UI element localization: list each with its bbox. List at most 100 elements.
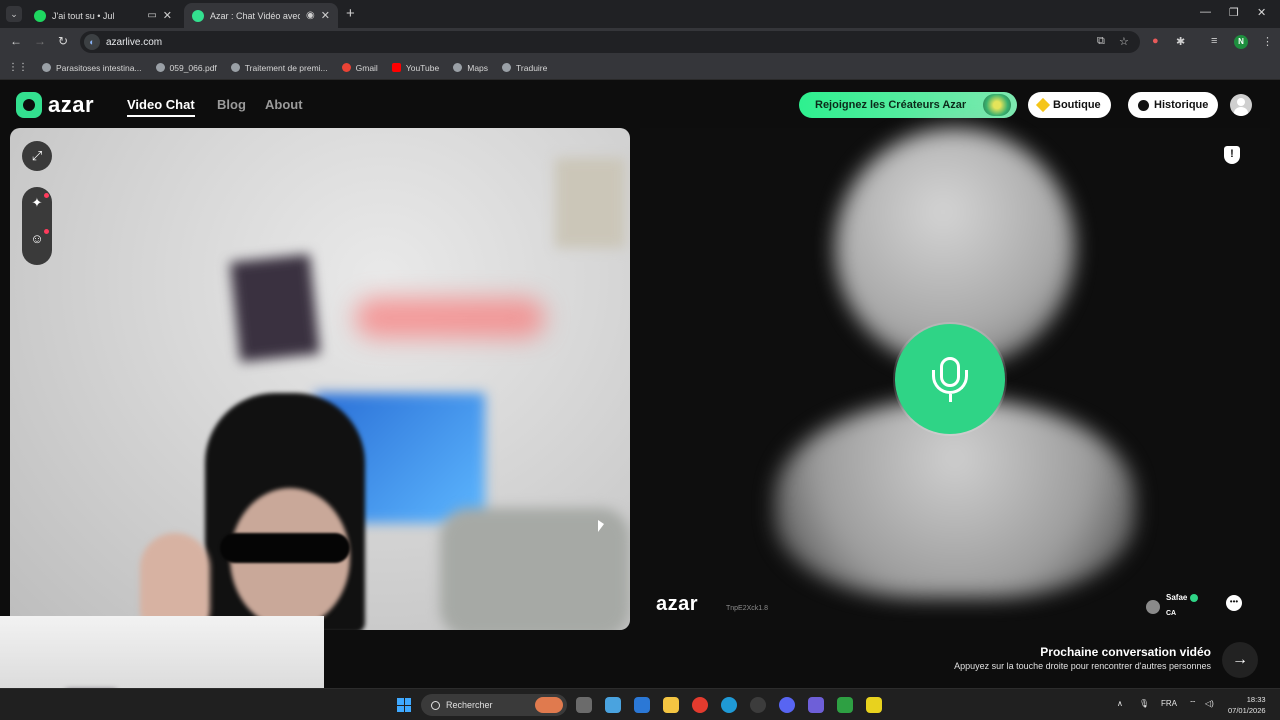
forward-icon[interactable]: →	[34, 34, 46, 48]
edge-icon[interactable]	[721, 697, 737, 713]
video-background	[555, 158, 625, 248]
recording-icon: ◉	[306, 10, 315, 21]
install-app-icon[interactable]: ⧉	[1097, 35, 1105, 48]
game-icon[interactable]	[808, 697, 824, 713]
tab-strip: ⌄ J'ai tout su • Jul ▭ ✕ Azar : Chat Vid…	[0, 0, 1280, 28]
remote-video: ! azar TnpE2Xck1.8 Safae CA •••	[640, 128, 1270, 630]
clock-icon	[1138, 99, 1149, 111]
extensions-icon[interactable]: ✱	[1176, 35, 1185, 48]
search-label: Rechercher	[446, 700, 493, 710]
bookmark-label: Traduire	[516, 62, 548, 73]
nav-about[interactable]: About	[265, 97, 303, 112]
bookmark-label: Parasitoses intestina...	[56, 62, 142, 73]
windows-start-icon[interactable]	[397, 698, 411, 712]
new-tab-icon[interactable]: +	[346, 5, 355, 22]
peer-country: CA	[1166, 610, 1177, 617]
browser-toolbar: ← → ↻ ◐ azarlive.com ⧉ ☆ ● ✱ ≡ ⋮	[0, 28, 1280, 56]
task-view-icon[interactable]	[576, 697, 592, 713]
site-info-icon[interactable]: ◐	[84, 34, 100, 50]
bookmark-item[interactable]: Parasitoses intestina...	[42, 63, 142, 73]
bookmark-item[interactable]: YouTube	[391, 62, 440, 73]
next-arrow-button[interactable]: →	[1222, 642, 1258, 678]
taskbar-search[interactable]: Rechercher	[421, 694, 567, 716]
tab-music[interactable]: J'ai tout su • Jul ▭ ✕	[26, 3, 180, 28]
new-badge	[44, 229, 49, 234]
close-tab-icon[interactable]: ✕	[321, 9, 330, 22]
bookmarks-bar: ⋮⋮ Parasitoses intestina... 059_066.pdf …	[0, 56, 1280, 80]
verified-icon	[1190, 593, 1199, 602]
peer-avatar-icon	[1146, 599, 1160, 614]
bookmark-item[interactable]: Maps	[453, 63, 488, 73]
system-clock[interactable]: 18:33 07/01/2026	[1228, 694, 1266, 716]
shop-button[interactable]: Boutique	[1028, 92, 1111, 118]
close-tab-icon[interactable]: ✕	[163, 9, 172, 22]
address-bar[interactable]: ◐ azarlive.com	[80, 31, 1140, 53]
bookmark-item[interactable]: Gmail	[341, 62, 378, 73]
video-background	[229, 254, 321, 362]
play-icon[interactable]	[837, 697, 853, 713]
new-badge	[44, 193, 49, 198]
language-indicator[interactable]: FRA	[1161, 699, 1177, 708]
peer-name: Safae	[1166, 593, 1188, 602]
chat-bubble-icon[interactable]: •••	[1226, 595, 1242, 611]
bookmark-star-icon[interactable]: ☆	[1119, 35, 1129, 48]
pip-icon[interactable]: ▭	[147, 10, 156, 21]
logo-text: azar	[48, 92, 95, 117]
local-video: ⤢ ✦ ☺	[10, 128, 630, 630]
chrome-icon[interactable]	[692, 697, 708, 713]
nav-blog[interactable]: Blog	[217, 97, 246, 112]
app-icon[interactable]	[750, 697, 766, 713]
globe-icon	[230, 63, 240, 72]
swap-layout-button[interactable]: ⤢	[22, 141, 52, 171]
tray-chevron-icon[interactable]: ∧	[1117, 699, 1123, 708]
search-highlight-icon	[535, 697, 563, 713]
bookmark-label: YouTube	[405, 62, 440, 73]
search-icon	[431, 700, 440, 710]
join-creators-button[interactable]: Rejoignez les Créateurs Azar	[799, 92, 1017, 118]
mouse-cursor	[598, 520, 604, 532]
bookmark-label: Gmail	[355, 62, 378, 73]
creator-art-icon	[983, 94, 1011, 116]
volume-icon[interactable]: ◁)	[1205, 699, 1214, 708]
microphone-icon[interactable]	[895, 324, 1005, 434]
azar-logo[interactable]: azar	[16, 92, 94, 118]
media-control-icon[interactable]: ≡	[1211, 35, 1217, 47]
shop-label: Boutique	[1053, 99, 1101, 111]
microphone-tray-icon[interactable]: 🎙	[1139, 699, 1149, 708]
globe-icon	[42, 63, 51, 72]
bookmark-item[interactable]: Traduire	[502, 63, 547, 73]
tab-title: Azar : Chat Vidéo avec de n	[210, 10, 301, 21]
reload-icon[interactable]: ↻	[58, 34, 68, 48]
history-button[interactable]: Historique	[1128, 92, 1219, 118]
restore-icon[interactable]: ❐	[1229, 6, 1239, 19]
bookmark-item[interactable]: Traitement de premi...	[230, 63, 328, 73]
profile-avatar[interactable]: N	[1234, 35, 1248, 49]
peer-info[interactable]: Safae CA	[1146, 593, 1199, 620]
watermark-id: TnpE2Xck1.8	[726, 605, 769, 612]
discord-icon[interactable]	[779, 697, 795, 713]
gmail-icon	[341, 63, 351, 72]
user-avatar[interactable]	[1230, 94, 1252, 116]
wifi-icon[interactable]: ⌔	[1189, 699, 1197, 709]
extension-red-icon[interactable]: ●	[1152, 35, 1159, 47]
spotify-icon	[34, 9, 46, 22]
minimize-icon[interactable]: —	[1200, 6, 1211, 18]
translate-icon	[502, 63, 512, 72]
tab-search-icon[interactable]: ⌄	[6, 6, 22, 22]
maps-icon	[453, 63, 463, 72]
video-background	[355, 298, 545, 338]
bookmark-item[interactable]: 059_066.pdf	[155, 62, 217, 73]
back-icon[interactable]: ←	[10, 34, 22, 48]
bookmark-label: 059_066.pdf	[169, 62, 217, 73]
file-explorer-icon[interactable]	[663, 697, 679, 713]
taskbar: Rechercher ∧ 🎙 FRA ⌔ ◁) 18:33 07/01/2026	[0, 688, 1280, 720]
notes-icon[interactable]	[866, 697, 882, 713]
copilot-icon[interactable]	[605, 697, 621, 713]
tab-azar[interactable]: Azar : Chat Vidéo avec de n ◉ ✕	[184, 3, 338, 28]
menu-icon[interactable]: ⋮	[1262, 35, 1273, 48]
nav-video-chat[interactable]: Video Chat	[127, 97, 195, 117]
report-shield-icon[interactable]: !	[1224, 146, 1240, 164]
apps-grid-icon[interactable]: ⋮⋮	[8, 62, 28, 73]
close-window-icon[interactable]: ✕	[1257, 6, 1266, 19]
store-icon[interactable]	[634, 697, 650, 713]
